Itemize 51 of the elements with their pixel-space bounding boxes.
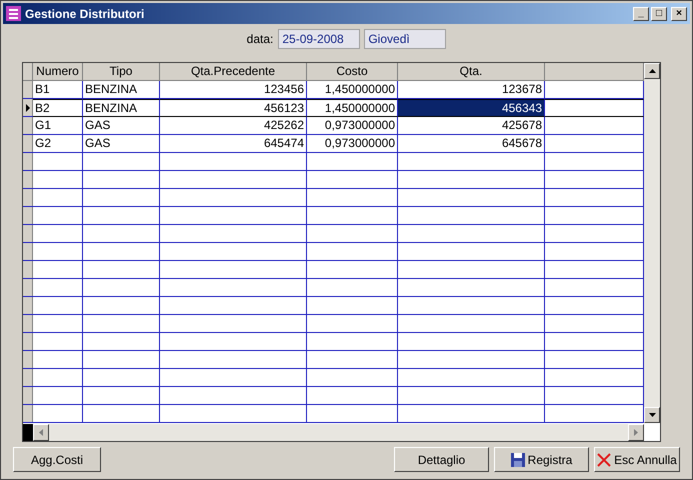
scroll-left-button[interactable]: [33, 424, 49, 441]
table-cell: B1: [33, 81, 83, 98]
action-button[interactable]: Dettaglio: [394, 447, 489, 472]
action-button[interactable]: Esc Annulla: [594, 447, 680, 472]
scroll-up-button[interactable]: [644, 63, 660, 79]
vertical-scrollbar[interactable]: [644, 63, 660, 423]
selected-cell[interactable]: 456343: [398, 99, 545, 117]
row-selector[interactable]: [23, 99, 33, 116]
horizontal-scrollbar[interactable]: [23, 424, 644, 441]
table-cell: BENZINA: [83, 81, 160, 98]
action-button[interactable]: Agg.Costi: [13, 447, 101, 472]
table-cell: 425262: [160, 117, 307, 134]
table-cell: 123456: [160, 81, 307, 98]
up-arrow-icon: [648, 69, 656, 73]
table-cell: BENZINA: [83, 99, 160, 117]
cross-icon: [597, 452, 612, 466]
column-header[interactable]: Costo: [307, 63, 398, 80]
table-cell: 1,450000000: [307, 81, 398, 98]
table-cell: 0,973000000: [307, 117, 398, 134]
table-cell: G1: [33, 117, 83, 134]
left-arrow-icon: [39, 429, 43, 436]
table-cell: 645678: [398, 135, 545, 152]
table-cell: G2: [33, 135, 83, 152]
close-button[interactable]: ×: [671, 6, 687, 20]
row-pointer-icon: [26, 104, 30, 112]
column-header[interactable]: Numero: [33, 63, 83, 80]
action-button[interactable]: Registra: [494, 447, 589, 472]
date-label: data:: [246, 31, 274, 48]
table-cell: 425678: [398, 117, 545, 134]
window-title: Gestione Distributori: [25, 6, 144, 22]
weekday-field: Giovedì: [364, 29, 446, 49]
right-arrow-icon: [634, 429, 638, 436]
date-field[interactable]: 25-09-2008: [278, 29, 360, 49]
table-cell: 0,973000000: [307, 135, 398, 152]
column-header[interactable]: Tipo: [83, 63, 160, 80]
minimize-button[interactable]: _: [633, 6, 649, 20]
maximize-button[interactable]: □: [651, 6, 667, 20]
table-cell: GAS: [83, 135, 160, 152]
scrollbar-corner: [23, 424, 33, 441]
table-cell: B2: [33, 99, 83, 117]
table-cell: 1,450000000: [307, 99, 398, 117]
column-header[interactable]: Qta.: [398, 63, 545, 80]
table-cell: GAS: [83, 117, 160, 134]
down-arrow-icon: [648, 413, 656, 417]
scroll-down-button[interactable]: [644, 407, 660, 423]
table-cell: 123678: [398, 81, 545, 98]
table-cell: 456123: [160, 99, 307, 117]
app-icon: [6, 6, 21, 21]
column-header[interactable]: Qta.Precedente: [160, 63, 307, 80]
table-cell: 645474: [160, 135, 307, 152]
scroll-right-button[interactable]: [628, 424, 644, 441]
